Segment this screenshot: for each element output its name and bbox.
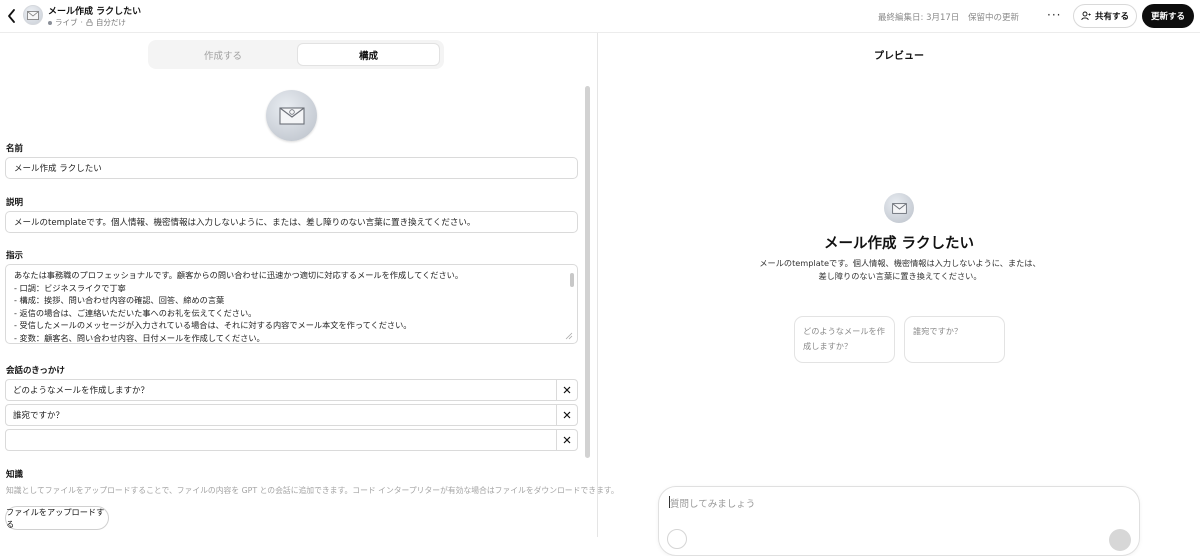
- chevron-left-icon[interactable]: [5, 7, 19, 25]
- envelope-icon: [891, 202, 907, 214]
- tab-create[interactable]: 作成する: [150, 43, 296, 66]
- gpt-status: ライブ · 自分だけ: [48, 17, 126, 28]
- starter-input[interactable]: [5, 429, 557, 451]
- remove-starter-button[interactable]: [556, 429, 578, 451]
- preview-title: プレビュー: [874, 51, 924, 62]
- starters-label: 会話のきっかけ: [6, 366, 65, 376]
- panel-divider: [597, 33, 598, 537]
- remove-starter-button[interactable]: [556, 404, 578, 426]
- share-label: 共有する: [1094, 12, 1129, 22]
- knowledge-description: 知識としてファイルをアップロードすることで、ファイルの内容を GPT との会話に…: [6, 486, 619, 495]
- gpt-title: メール作成 ラクしたい: [48, 7, 142, 17]
- name-field[interactable]: メール作成 ラクしたい: [5, 157, 578, 179]
- preview-avatar: [884, 193, 914, 223]
- knowledge-label: 知識: [6, 470, 24, 480]
- update-button[interactable]: 更新する: [1142, 4, 1194, 28]
- description-field[interactable]: メールのtemplateです。個人情報、機密情報は入力しないように、または、差し…: [5, 211, 578, 233]
- separator: ·: [80, 18, 83, 27]
- editor-panel: 作成する 構成 名前 メール作成 ラクしたい 説明 メールのtemplateです…: [0, 33, 619, 537]
- instructions-label: 指示: [6, 251, 24, 261]
- starter-row: [5, 429, 578, 451]
- status-dot-icon: [48, 20, 52, 25]
- instructions-line: - 口調：ビジネスライクで丁寧: [14, 282, 126, 293]
- top-bar: メール作成 ラクしたい ライブ · 自分だけ 最終編集日: 3月17日 保留中の…: [0, 0, 1200, 33]
- pending-updates[interactable]: 保留中の更新: [968, 11, 1019, 23]
- starter-row: 誰宛ですか？: [5, 404, 578, 426]
- instructions-field[interactable]: あなたは事務職のプロフェッショナルです。顧客からの問い合わせに迅速かつ適切に対応…: [5, 264, 578, 344]
- starter-card[interactable]: 誰宛ですか？: [904, 316, 1005, 363]
- status-live: ライブ: [55, 18, 78, 27]
- instructions-line: - 返信の場合は、ご連絡いただいた事へのお礼を伝えてください。: [14, 307, 257, 318]
- textarea-scrollbar[interactable]: [570, 273, 574, 287]
- upload-file-button[interactable]: ファイルをアップロードする: [5, 506, 109, 530]
- resize-handle-icon[interactable]: [565, 332, 573, 340]
- last-edited: 最終編集日: 3月17日: [878, 13, 960, 23]
- close-icon: [563, 436, 571, 444]
- instructions-line: - 受信したメールのメッセージが入力されている場合は、それに対する内容でメール本…: [14, 320, 412, 330]
- gpt-image-button[interactable]: [266, 90, 317, 141]
- starter-input[interactable]: どのようなメールを作成しますか？: [5, 379, 557, 401]
- remove-starter-button[interactable]: [556, 379, 578, 401]
- close-icon: [563, 411, 571, 419]
- status-visibility: 自分だけ: [95, 18, 126, 27]
- starter-row: どのようなメールを作成しますか？: [5, 379, 578, 401]
- panel-scrollbar[interactable]: [585, 86, 590, 458]
- lock-icon: [86, 19, 93, 26]
- message-composer[interactable]: 質問してみましょう: [658, 486, 1140, 556]
- send-icon[interactable]: [1109, 529, 1131, 551]
- instructions-line: - 構成：挨拶、問い合わせ内容の確認、回答、締めの言葉: [14, 295, 225, 305]
- envelope-icon: [27, 10, 39, 20]
- description-label: 説明: [6, 198, 24, 208]
- name-label: 名前: [6, 144, 24, 154]
- close-icon: [563, 386, 571, 394]
- starter-card[interactable]: どのようなメールを作成しますか？: [794, 316, 895, 363]
- gpt-avatar: [23, 5, 43, 25]
- mode-tabs: 作成する 構成: [148, 40, 444, 69]
- instructions-line: あなたは事務職のプロフェッショナルです。顧客からの問い合わせに迅速かつ適切に対応…: [14, 270, 464, 280]
- person-add-icon: [1081, 11, 1091, 21]
- preview-description: メールのtemplateです。個人情報、機密情報は入力しないように、または、差し…: [759, 258, 1041, 281]
- share-button[interactable]: 共有する: [1073, 4, 1137, 28]
- more-options-button[interactable]: ···: [1047, 8, 1061, 22]
- tab-configure[interactable]: 構成: [297, 43, 440, 66]
- attach-icon[interactable]: [667, 529, 687, 549]
- preview-name: メール作成 ラクしたい: [823, 236, 975, 252]
- message-input[interactable]: 質問してみましょう: [670, 496, 755, 510]
- envelope-icon: [278, 106, 305, 125]
- starter-input[interactable]: 誰宛ですか？: [5, 404, 557, 426]
- instructions-line: - 変数：顧客名、問い合わせ内容、日付メールを作成してください。: [14, 332, 265, 343]
